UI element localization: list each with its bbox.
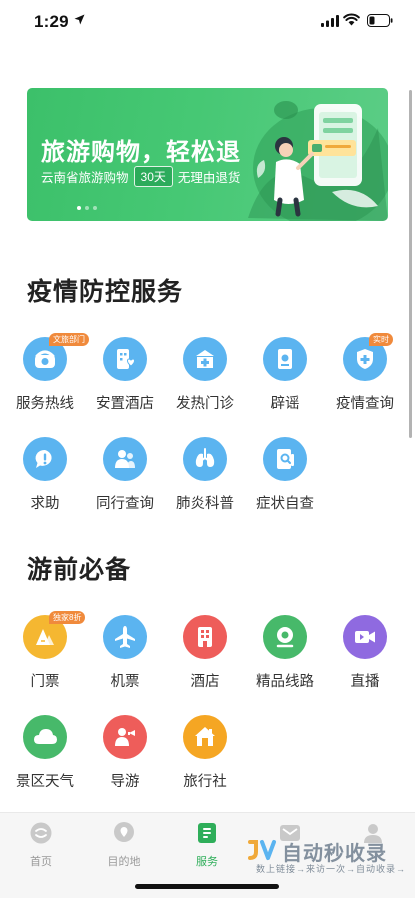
grid-label: 发热门诊 [176, 396, 234, 412]
grid-item-scenic-weather[interactable]: 景区天气 [5, 715, 85, 795]
grid-label: 精品线路 [256, 674, 314, 690]
section-title-travel: 游前必备 [27, 556, 132, 584]
hotel-heart-icon [103, 337, 147, 381]
grid-item-ask-help[interactable]: 求助 [5, 437, 85, 517]
grid-item-symptom-check[interactable]: 症状自查 [245, 437, 325, 517]
grid-label: 辟谣 [270, 396, 300, 412]
status-time: 1:29 [34, 12, 69, 31]
grid-item-service-hotline[interactable]: 文旅部门 服务热线 [5, 333, 89, 417]
grid-label: 导游 [110, 774, 140, 790]
status-bar: 1:29 [0, 0, 415, 44]
grid-label: 求助 [30, 496, 60, 512]
watermark: 自动秒收录 数上链接→来访一次→自动收录→ [246, 834, 405, 878]
location-icon [114, 822, 134, 842]
help-bubble-icon [23, 437, 67, 481]
grid-badge: 文旅部门 [49, 333, 89, 346]
fellow-traveler-icon [103, 437, 147, 481]
video-icon [343, 615, 387, 659]
nav-item-home[interactable]: 首页 [6, 819, 76, 869]
banner-dot [77, 206, 81, 210]
airplane-icon [103, 615, 147, 659]
grid-label: 肺炎科普 [176, 496, 234, 512]
grid-item-premium-routes[interactable]: 精品线路 [245, 615, 325, 695]
nav-label: 服务 [196, 856, 218, 868]
home-icon [30, 822, 52, 844]
banner-pill: 30天 [133, 166, 173, 187]
banner-dot [85, 206, 89, 210]
lungs-icon [183, 437, 227, 481]
wifi-icon [343, 13, 360, 26]
banner-pagination [77, 206, 97, 210]
nav-label: 目的地 [107, 856, 141, 868]
banner-subtitle: 云南省旅游购物 30天 无理由退货 [41, 166, 240, 187]
agency-house-icon [183, 715, 227, 759]
service-icon [198, 823, 216, 843]
home-indicator [135, 884, 279, 889]
grid-item-rumor-refute[interactable]: 辟谣 [245, 337, 325, 417]
banner-dot [93, 206, 97, 210]
grid-item-tickets[interactable]: 独家8折 门票 [5, 611, 86, 695]
grid-item-fellow-query[interactable]: 同行查询 [85, 437, 165, 517]
promo-banner[interactable]: 旅游购物，轻松退 云南省旅游购物 30天 无理由退货 [27, 88, 388, 221]
nav-item-destination[interactable]: 目的地 [89, 819, 159, 869]
grid-item-travel-agency[interactable]: 旅行社 [165, 715, 245, 795]
self-check-icon [263, 437, 307, 481]
banner-illustration-icon [248, 101, 388, 221]
section-title-epidemic: 疫情防控服务 [27, 278, 184, 306]
cloud-icon [23, 715, 67, 759]
grid-item-pneumonia-science[interactable]: 肺炎科普 [165, 437, 245, 517]
cellular-signal-icon [321, 15, 339, 27]
grid-label: 同行查询 [96, 496, 154, 512]
grid-item-hotels[interactable]: 酒店 [165, 615, 245, 695]
hotel-icon [183, 615, 227, 659]
grid-label: 旅行社 [183, 774, 227, 790]
grid-item-flights[interactable]: 机票 [85, 615, 165, 695]
battery-icon [367, 14, 393, 27]
banner-subtitle-left: 云南省旅游购物 [41, 171, 129, 185]
banner-title: 旅游购物，轻松退 [41, 139, 241, 166]
grid-label: 机票 [110, 674, 140, 690]
document-icon [263, 337, 307, 381]
location-arrow-icon [74, 14, 85, 25]
grid-item-quarantine-hotel[interactable]: 安置酒店 [85, 337, 165, 417]
grid-label: 服务热线 [16, 396, 74, 412]
grid-item-live-stream[interactable]: 直播 [325, 615, 405, 695]
grid-label: 症状自查 [256, 496, 314, 512]
grid-item-fever-clinic[interactable]: 发热门诊 [165, 337, 245, 417]
grid-item-tour-guide[interactable]: 导游 [85, 715, 165, 795]
grid-item-epidemic-query[interactable]: 实时 疫情查询 [325, 333, 405, 417]
watermark-subtitle: 数上链接→来访一次→自动收录→ [256, 864, 407, 874]
grid-label: 直播 [350, 674, 380, 690]
grid-label: 酒店 [190, 674, 220, 690]
nav-label: 首页 [30, 856, 52, 868]
clinic-icon [183, 337, 227, 381]
watermark-logo-icon [248, 840, 276, 860]
grid-badge: 独家8折 [49, 611, 86, 624]
grid-label: 景区天气 [16, 774, 74, 790]
nav-item-service[interactable]: 服务 [172, 819, 242, 869]
scrollbar[interactable] [409, 90, 412, 438]
grid-label: 门票 [30, 674, 60, 690]
route-icon [263, 615, 307, 659]
grid-label: 疫情查询 [336, 396, 394, 412]
guide-icon [103, 715, 147, 759]
grid-label: 安置酒店 [96, 396, 154, 412]
grid-badge: 实时 [369, 333, 393, 346]
